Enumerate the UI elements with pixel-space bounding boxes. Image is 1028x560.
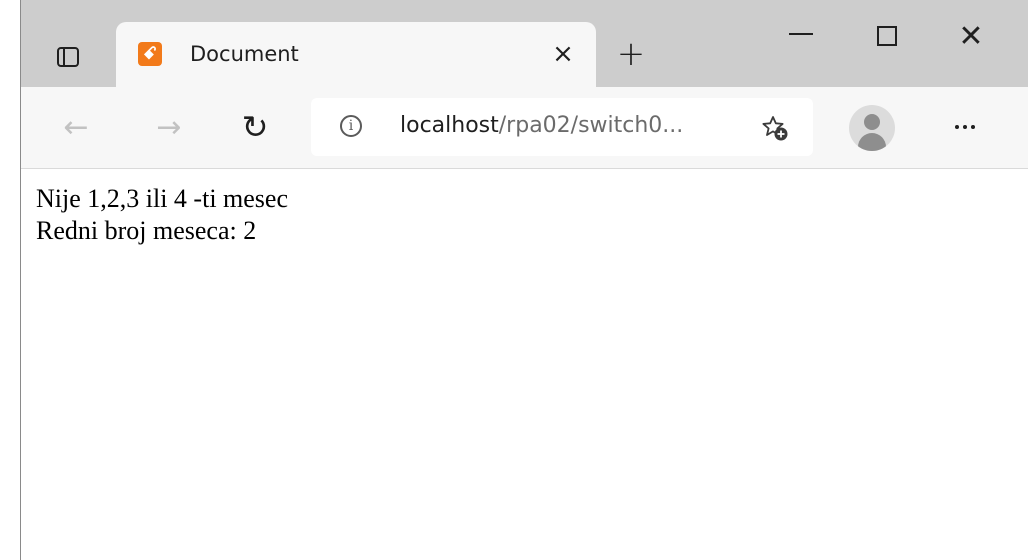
site-info-icon[interactable]: i	[340, 115, 362, 137]
new-tab-button[interactable]: +	[611, 34, 651, 74]
tab-actions-icon	[57, 47, 79, 67]
add-favorite-icon[interactable]	[759, 112, 791, 144]
maximize-icon	[877, 26, 897, 46]
forward-button[interactable]: →	[148, 106, 190, 148]
reload-button[interactable]: ↻	[234, 106, 276, 148]
tab-actions-button[interactable]	[51, 40, 85, 74]
browser-window: ꗃ Document × + ✕ ← → ↻ i localhost/rpa02…	[20, 0, 1028, 560]
page-viewport: Nije 1,2,3 ili 4 -ti mesec Redni broj me…	[21, 169, 1028, 560]
minimize-icon	[789, 33, 813, 35]
browser-toolbar: ← → ↻ i localhost/rpa02/switch0...	[21, 87, 1028, 169]
close-window-button[interactable]: ✕	[941, 16, 1001, 56]
result-line-1: Nije 1,2,3 ili 4 -ti mesec	[36, 184, 289, 213]
back-button[interactable]: ←	[55, 106, 97, 148]
xampp-icon: ꗃ	[138, 42, 162, 66]
tab-document[interactable]: ꗃ Document ×	[116, 22, 596, 88]
tab-strip: ꗃ Document × + ✕	[21, 0, 1028, 88]
close-tab-button[interactable]: ×	[548, 39, 578, 69]
url-text[interactable]: localhost/rpa02/switch0...	[400, 113, 683, 138]
result-line-2: Redni broj meseca: 2	[36, 216, 257, 245]
url-path: /rpa02/switch0...	[498, 113, 684, 138]
profile-icon[interactable]	[849, 105, 895, 151]
page-content: Nije 1,2,3 ili 4 -ti mesec Redni broj me…	[36, 183, 288, 247]
minimize-button[interactable]	[771, 16, 831, 56]
maximize-button[interactable]	[857, 16, 917, 56]
more-menu-icon[interactable]	[943, 105, 987, 149]
url-host: localhost	[400, 113, 499, 138]
tab-title: Document	[190, 42, 299, 66]
address-bar[interactable]: i localhost/rpa02/switch0...	[311, 98, 813, 156]
